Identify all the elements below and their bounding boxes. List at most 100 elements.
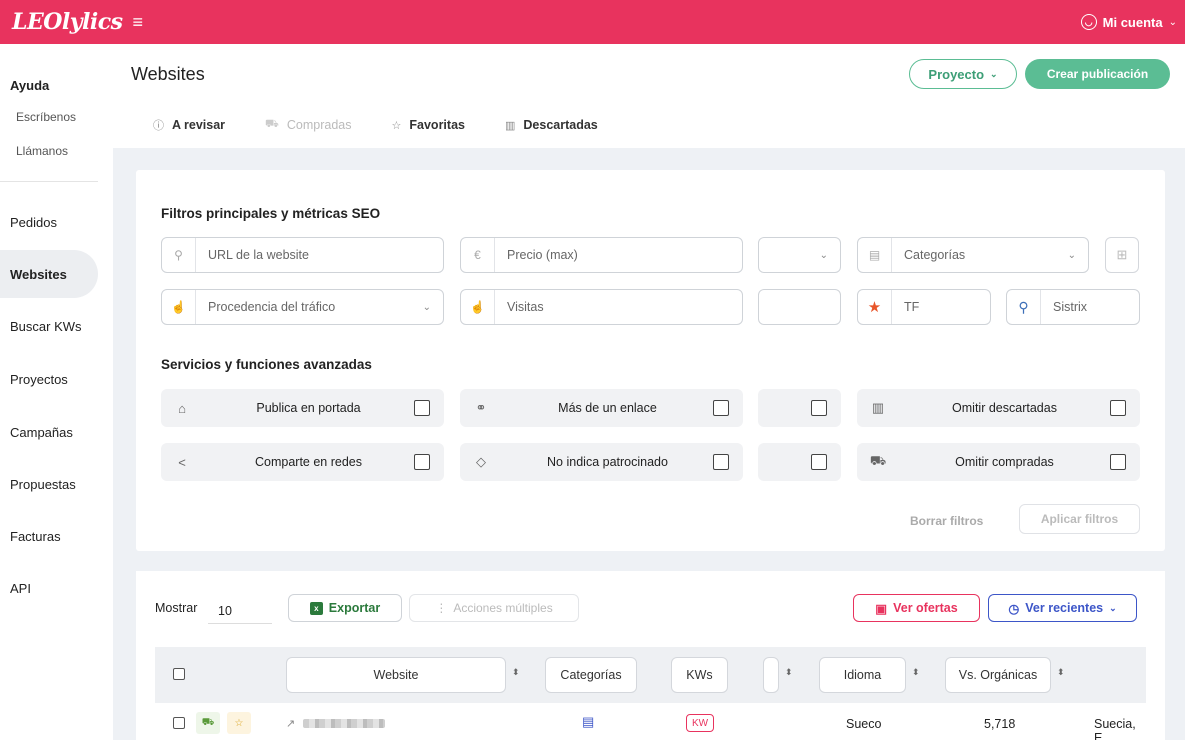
account-menu[interactable]: ◡ Mi cuenta ⌄	[1080, 0, 1177, 44]
column-website[interactable]: Website	[286, 657, 506, 693]
menu-icon[interactable]: ≡	[133, 12, 144, 33]
tab-discarded[interactable]: ▥ Descartadas	[505, 118, 598, 132]
excel-icon: x	[309, 601, 323, 615]
star-icon[interactable]: ☆	[227, 712, 251, 734]
sidebar-item-search-kws[interactable]: Buscar KWs	[0, 302, 98, 350]
cart-icon[interactable]: ⛟	[196, 712, 220, 734]
tab-favorites[interactable]: ☆ Favoritas	[392, 118, 465, 132]
service-multiple-links[interactable]: ⚭ Más de un enlace	[460, 389, 743, 427]
column-extra[interactable]	[763, 657, 779, 693]
create-publication-button[interactable]: Crear publicación	[1025, 59, 1170, 89]
service-checkbox[interactable]	[811, 400, 827, 416]
kw-badge[interactable]: KW	[686, 714, 714, 732]
sort-icon[interactable]: ⬍	[912, 667, 920, 678]
column-language[interactable]: Idioma	[819, 657, 906, 693]
trash-icon: ▥	[871, 400, 885, 415]
sidebar-item-campaigns[interactable]: Campañas	[0, 408, 98, 456]
link-icon: ⚭	[475, 400, 487, 415]
service-no-sponsored[interactable]: ◇ No indica patrocinado	[460, 443, 743, 481]
clock-icon: ◷	[1008, 601, 1020, 616]
page-size-input[interactable]: 10	[208, 598, 272, 624]
extra-input[interactable]	[758, 289, 841, 325]
show-label: Mostrar	[155, 601, 198, 615]
share-icon: <	[178, 454, 186, 470]
sidebar-item-api[interactable]: API	[0, 564, 98, 612]
filters-card: Filtros principales y métricas SEO ⚲ URL…	[136, 170, 1165, 551]
service-checkbox[interactable]	[713, 454, 729, 470]
sidebar-item-invoices[interactable]: Facturas	[0, 512, 98, 560]
sort-icon[interactable]: ⬍	[785, 667, 793, 678]
service-omit-purchased[interactable]: ⛟ Omitir compradas	[857, 443, 1140, 481]
select-all-checkbox[interactable]	[173, 668, 185, 680]
add-category-icon[interactable]: ⊞	[1105, 237, 1139, 273]
sidebar-item-projects[interactable]: Proyectos	[0, 355, 98, 403]
visits-input[interactable]: ☝ Visitas	[460, 289, 743, 325]
smile-icon: ◡	[1080, 14, 1097, 30]
account-label: Mi cuenta	[1102, 14, 1163, 30]
chevron-down-icon: ⌄	[1109, 602, 1117, 613]
column-kws[interactable]: KWs	[671, 657, 728, 693]
service-checkbox[interactable]	[414, 454, 430, 470]
home-icon: ⌂	[178, 400, 186, 416]
star-icon: ☆	[391, 119, 402, 132]
row-checkbox[interactable]	[173, 717, 185, 729]
chevron-down-icon: ⌄	[422, 301, 431, 313]
view-recent-button[interactable]: ◷ Ver recientes ⌄	[988, 594, 1137, 622]
filters-title: Filtros principales y métricas SEO	[161, 206, 381, 221]
sistrix-input[interactable]: ⚲ Sistrix	[1006, 289, 1140, 325]
star-icon: ★	[858, 290, 892, 324]
categories-icon[interactable]: ▤	[582, 714, 594, 730]
service-checkbox[interactable]	[811, 454, 827, 470]
service-checkbox[interactable]	[414, 400, 430, 416]
sidebar-link-write[interactable]: Escríbenos	[16, 110, 76, 124]
categories-select[interactable]: ▤ Categorías ⌄	[857, 237, 1089, 273]
tab-label: Favoritas	[409, 118, 465, 132]
extra-select[interactable]: ⌄	[758, 237, 841, 273]
sort-icon[interactable]: ⬍	[1057, 667, 1065, 678]
view-offers-button[interactable]: ▣ Ver ofertas	[853, 594, 980, 622]
services-title: Servicios y funciones avanzadas	[161, 357, 372, 372]
sidebar-item-proposals[interactable]: Propuestas	[0, 460, 98, 508]
trash-icon: ▥	[504, 119, 516, 132]
sort-icon[interactable]: ⬍	[512, 667, 520, 678]
page-title: Websites	[131, 64, 205, 84]
sidebar-link-call[interactable]: Llámanos	[16, 144, 68, 158]
service-checkbox[interactable]	[1110, 454, 1126, 470]
traffic-source-select[interactable]: ☝ Procedencia del tráfico ⌄	[161, 289, 444, 325]
tab-purchased[interactable]: ⛟ Compradas	[265, 118, 351, 132]
row-organic-visits: 5,718	[984, 717, 1016, 731]
column-categories[interactable]: Categorías	[545, 657, 637, 693]
export-label: Exportar	[328, 601, 381, 615]
service-omit-discarded[interactable]: ▥ Omitir descartadas	[857, 389, 1140, 427]
price-input[interactable]: € Precio (max)	[460, 237, 743, 273]
service-checkbox[interactable]	[713, 400, 729, 416]
service-label: Más de un enlace	[558, 401, 657, 415]
export-button[interactable]: x Exportar	[288, 594, 402, 622]
tf-input[interactable]: ★ TF	[857, 289, 991, 325]
clear-filters-button[interactable]: Borrar filtros	[910, 514, 983, 528]
project-button[interactable]: Proyecto ⌄	[909, 59, 1017, 89]
sidebar-divider	[0, 181, 98, 182]
website-url-blurred[interactable]	[303, 719, 385, 728]
external-link-icon[interactable]: ↗	[286, 717, 295, 730]
service-checkbox[interactable]	[1110, 400, 1126, 416]
logo[interactable]: LEOlylics	[12, 9, 123, 35]
search-icon: ⚲	[162, 238, 196, 272]
service-extra[interactable]	[758, 443, 841, 481]
tf-placeholder: TF	[904, 300, 920, 314]
service-share-social[interactable]: < Comparte en redes	[161, 443, 444, 481]
column-organic-visits[interactable]: Vs. Orgánicas	[945, 657, 1051, 693]
help-title: Ayuda	[10, 78, 50, 93]
sidebar-item-orders[interactable]: Pedidos	[0, 198, 98, 246]
service-extra[interactable]	[758, 389, 841, 427]
hand-pointer-icon: ☝	[461, 290, 495, 324]
apply-filters-button[interactable]: Aplicar filtros	[1019, 504, 1140, 534]
url-input[interactable]: ⚲ URL de la website	[161, 237, 444, 273]
multiple-actions-button[interactable]: ⋮ Acciones múltiples	[409, 594, 579, 622]
sidebar-item-websites[interactable]: Websites	[0, 250, 98, 298]
price-placeholder: Precio (max)	[507, 248, 578, 262]
service-label: Omitir compradas	[955, 455, 1054, 469]
service-homepage[interactable]: ⌂ Publica en portada	[161, 389, 444, 427]
cart-icon: ⛟	[869, 453, 887, 468]
tab-to-review[interactable]: ⓘ A revisar	[153, 117, 225, 133]
